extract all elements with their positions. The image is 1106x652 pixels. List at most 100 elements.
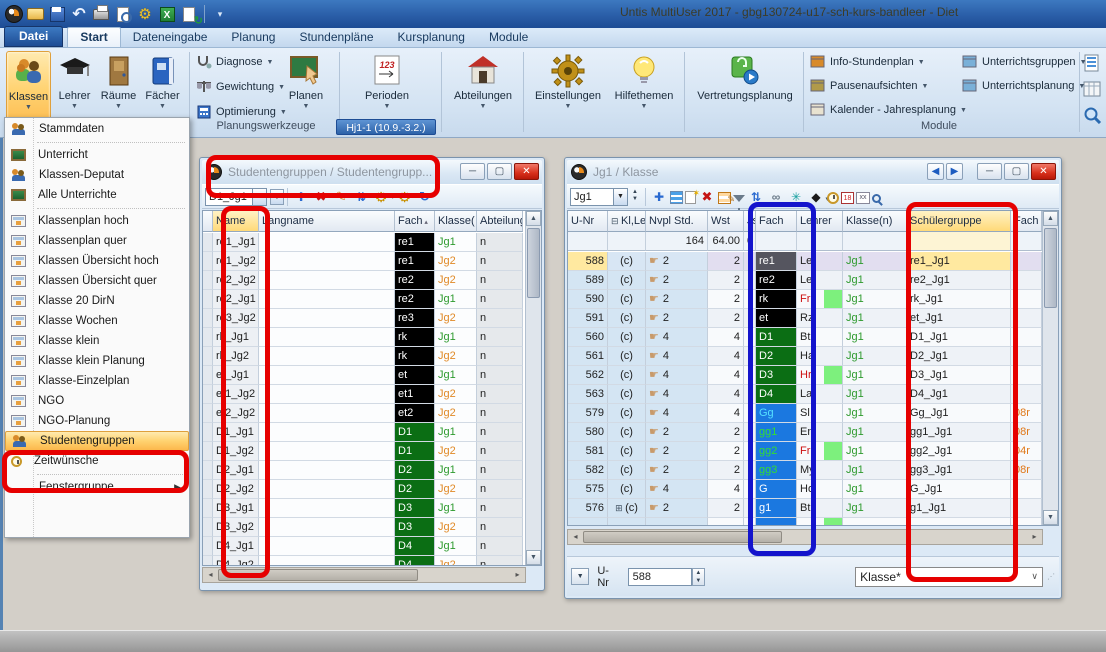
klasse-filter-combobox[interactable]: Klasse* ∨ bbox=[855, 567, 1043, 587]
cell-fach2[interactable] bbox=[1011, 290, 1042, 309]
cell-schuelergruppe[interactable]: re1_Jg1 bbox=[907, 252, 1011, 271]
cell-name[interactable]: D4_Jg2 bbox=[213, 556, 259, 566]
cell-lehrer[interactable]: Sl bbox=[797, 404, 843, 423]
cell-klle[interactable]: (c) bbox=[608, 480, 646, 499]
cell-name[interactable]: D3_Jg1 bbox=[213, 499, 259, 518]
table-row[interactable]: et1_Jg2et1Jg2n bbox=[203, 385, 541, 404]
module-item-kalender-jahresplanung[interactable]: Kalender - Jahresplanung▼ bbox=[810, 98, 970, 122]
cell-klasse[interactable]: Jg1 bbox=[435, 461, 477, 480]
cell-abteilung[interactable]: n bbox=[477, 252, 523, 271]
table-row[interactable]: re1_Jg2re1Jg2n bbox=[203, 252, 541, 271]
cell-schuelergruppe[interactable]: D1_Jg1 bbox=[907, 328, 1011, 347]
cell-langname[interactable] bbox=[259, 556, 395, 566]
cell-klle[interactable]: (c) bbox=[608, 442, 646, 461]
cell-abteilung[interactable]: n bbox=[477, 423, 523, 442]
cell-js[interactable] bbox=[744, 385, 756, 404]
cell-name[interactable]: D2_Jg2 bbox=[213, 480, 259, 499]
cell-fach2[interactable] bbox=[1011, 271, 1042, 290]
row-selector[interactable] bbox=[203, 328, 213, 347]
cell-klle[interactable]: (c) bbox=[608, 347, 646, 366]
cell-klasse[interactable]: Jg2 bbox=[435, 442, 477, 461]
row-selector[interactable] bbox=[203, 556, 213, 566]
scroll-up-icon[interactable]: ▲ bbox=[526, 211, 541, 226]
cell-schuelergruppe[interactable]: Gg_Jg1 bbox=[907, 404, 1011, 423]
cell-name[interactable]: D1_Jg2 bbox=[213, 442, 259, 461]
ribbon-button-abteilungen[interactable]: Abteilungen ▼ bbox=[447, 51, 519, 131]
cell-langname[interactable] bbox=[259, 499, 395, 518]
cell-fach[interactable]: D2 bbox=[395, 480, 435, 499]
table-row[interactable] bbox=[568, 518, 1058, 526]
table-row[interactable]: re1_Jg1re1Jg1n bbox=[203, 233, 541, 252]
table-row[interactable]: D1_Jg1D1Jg1n bbox=[203, 423, 541, 442]
tab-kursplanung[interactable]: Kursplanung bbox=[386, 28, 477, 47]
klasse-combobox[interactable]: Jg1 ▼ bbox=[570, 188, 628, 206]
cell-klassen[interactable]: Jg1 bbox=[843, 309, 907, 328]
cell-langname[interactable] bbox=[259, 328, 395, 347]
cell-nvpl[interactable]: ☛2 bbox=[646, 309, 708, 328]
cell-langname[interactable] bbox=[259, 404, 395, 423]
cell-lehrer[interactable]: Rz bbox=[797, 309, 843, 328]
table-row[interactable]: re2_Jg2re2Jg2n bbox=[203, 271, 541, 290]
chevron-down-icon[interactable]: ▼ bbox=[159, 103, 166, 110]
cell-klassen[interactable]: Jg1 bbox=[843, 442, 907, 461]
cell-klle[interactable] bbox=[608, 518, 646, 526]
cell-nvpl[interactable]: ☛2 bbox=[646, 461, 708, 480]
excel-export-icon[interactable]: X bbox=[160, 7, 175, 22]
cell-klasse[interactable]: Jg2 bbox=[435, 347, 477, 366]
cell-abteilung[interactable]: n bbox=[477, 556, 523, 566]
cell-klassen[interactable]: Jg1 bbox=[843, 366, 907, 385]
tab-stundenplaene[interactable]: Stundenpläne bbox=[287, 28, 385, 47]
cell-fach[interactable]: D1 bbox=[395, 423, 435, 442]
cell-langname[interactable] bbox=[259, 442, 395, 461]
rows-icon[interactable] bbox=[670, 191, 683, 204]
cell-schuelergruppe[interactable]: gg3_Jg1 bbox=[907, 461, 1011, 480]
sidebar-item-klassenplan-quer[interactable]: Klassenplan quer bbox=[5, 231, 189, 251]
edit-icon[interactable] bbox=[332, 189, 350, 205]
db-export-icon[interactable] bbox=[183, 7, 195, 22]
minimize-button[interactable]: ─ bbox=[977, 163, 1002, 180]
cell-fach[interactable]: re2 bbox=[395, 290, 435, 309]
table-row[interactable]: 576⊞ (c)☛22g1BtJg1g1_Jg1 bbox=[568, 499, 1058, 518]
sidebar-item-klasse-klein-planung[interactable]: Klasse klein Planung bbox=[5, 351, 189, 371]
column-header-wst[interactable]: Wst bbox=[708, 211, 744, 232]
cell-js[interactable] bbox=[744, 366, 756, 385]
cell-langname[interactable] bbox=[259, 347, 395, 366]
cell-abteilung[interactable]: n bbox=[477, 442, 523, 461]
cell-schuelergruppe[interactable]: g1_Jg1 bbox=[907, 499, 1011, 518]
cell-abteilung[interactable]: n bbox=[477, 347, 523, 366]
cell-fach2[interactable] bbox=[1011, 499, 1042, 518]
cell-nvpl[interactable]: ☛4 bbox=[646, 347, 708, 366]
cell-fach[interactable]: re1 bbox=[395, 252, 435, 271]
cell-klassen[interactable]: Jg1 bbox=[843, 499, 907, 518]
cell-klasse[interactable]: Jg1 bbox=[435, 537, 477, 556]
cell-abteilung[interactable]: n bbox=[477, 290, 523, 309]
vertical-scrollbar[interactable]: ▲▼ bbox=[1042, 211, 1058, 525]
cell-name[interactable]: re2_Jg1 bbox=[213, 290, 259, 309]
cell-abteilung[interactable]: n bbox=[477, 328, 523, 347]
cell-abteilung[interactable]: n bbox=[477, 480, 523, 499]
cell-unr[interactable]: 580 bbox=[568, 423, 608, 442]
cell-wst[interactable]: 2 bbox=[708, 252, 744, 271]
table-row[interactable]: 582(c)☛22gg3MyJg1gg3_Jg108r bbox=[568, 461, 1058, 480]
table-row[interactable]: 588(c)☛22re1LeJg1re1_Jg1 bbox=[568, 252, 1058, 271]
untis-logo-icon[interactable] bbox=[5, 5, 23, 23]
cell-name[interactable]: D2_Jg1 bbox=[213, 461, 259, 480]
tab-datei[interactable]: Datei bbox=[4, 26, 63, 47]
sidebar-item-klasse-einzelplan[interactable]: Klasse-Einzelplan bbox=[5, 371, 189, 391]
cell-unr[interactable]: 575 bbox=[568, 480, 608, 499]
table-row[interactable]: D4_Jg2D4Jg2n bbox=[203, 556, 541, 566]
move-icon[interactable] bbox=[650, 189, 668, 205]
chevron-down-icon[interactable]: ∨ bbox=[1031, 571, 1038, 582]
cell-klasse[interactable]: Jg2 bbox=[435, 309, 477, 328]
cell-fach2[interactable] bbox=[1011, 309, 1042, 328]
cell-unr[interactable]: 589 bbox=[568, 271, 608, 290]
cell-fach[interactable]: gg3 bbox=[756, 461, 797, 480]
sort-icon[interactable] bbox=[352, 189, 370, 205]
grid-icon[interactable] bbox=[856, 192, 870, 204]
cell-klasse[interactable]: Jg1 bbox=[435, 233, 477, 252]
cell-fach[interactable]: D3 bbox=[395, 518, 435, 537]
cell-fach[interactable]: G bbox=[756, 480, 797, 499]
cell-abteilung[interactable]: n bbox=[477, 271, 523, 290]
row-selector[interactable] bbox=[203, 423, 213, 442]
column-header-fach2[interactable]: Fach bbox=[1011, 211, 1042, 232]
